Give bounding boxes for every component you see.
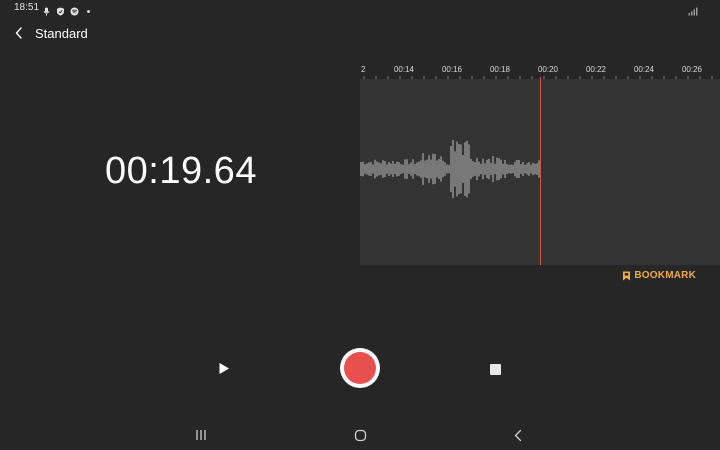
- dot-icon: [84, 3, 93, 13]
- recents-button[interactable]: [192, 426, 210, 444]
- elapsed-time: 00:19.64: [105, 150, 257, 192]
- stop-icon: [489, 363, 501, 375]
- spotify-icon: [70, 3, 79, 16]
- record-button[interactable]: [340, 348, 380, 388]
- stop-button[interactable]: [486, 360, 504, 378]
- status-bar: 18:51: [0, 0, 720, 16]
- status-time: 18:51: [14, 2, 40, 13]
- voice-recorder-screen: 18:51 Standard 00:19.64 2 00:14 00:16 00…: [0, 0, 720, 450]
- signal-icon: [688, 3, 698, 21]
- play-button[interactable]: [212, 358, 236, 378]
- recents-icon: [196, 430, 206, 440]
- bookmark-button[interactable]: BOOKMARK: [622, 270, 696, 281]
- play-icon: [219, 362, 229, 374]
- nav-back-button[interactable]: [509, 426, 527, 444]
- system-nav-bar: [0, 420, 720, 450]
- record-icon: [344, 352, 376, 384]
- bookmark-icon: [623, 271, 631, 280]
- back-icon: [514, 429, 522, 441]
- status-icons: [42, 3, 93, 16]
- back-button[interactable]: [10, 24, 28, 42]
- shield-icon: [56, 3, 65, 16]
- page-title: Standard: [35, 26, 88, 41]
- app-header: Standard: [0, 20, 720, 46]
- playhead[interactable]: [540, 77, 541, 265]
- chevron-left-icon: [15, 27, 22, 39]
- mic-icon: [42, 3, 51, 16]
- waveform-area[interactable]: 2 00:14 00:16 00:18 00:20 00:22 00:24 00…: [360, 60, 720, 265]
- home-icon: [354, 429, 366, 441]
- bookmark-label: BOOKMARK: [634, 270, 696, 281]
- home-button[interactable]: [351, 426, 369, 444]
